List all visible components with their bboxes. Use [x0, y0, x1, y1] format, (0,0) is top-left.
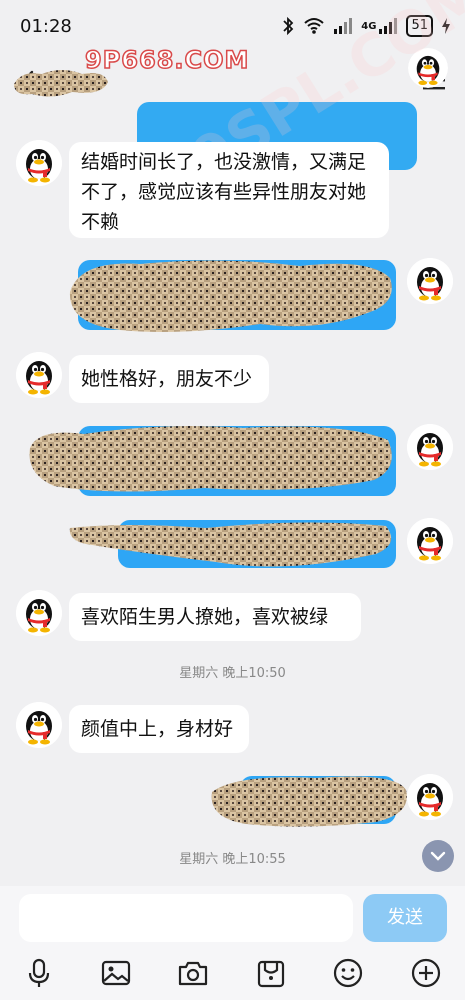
- input-bar: 发送: [0, 886, 465, 948]
- penguin-avatar-icon[interactable]: [16, 590, 62, 636]
- chat-toolbar: [0, 948, 465, 1000]
- penguin-avatar-icon[interactable]: [16, 352, 62, 398]
- message-input[interactable]: [19, 894, 353, 942]
- wallet-icon[interactable]: [254, 956, 288, 990]
- chevron-down-icon: [430, 851, 446, 861]
- timestamp: 星期六 晚上10:55: [179, 852, 286, 867]
- status-time: 01:28: [20, 16, 72, 37]
- mic-icon[interactable]: [22, 956, 56, 990]
- message-bubble-incoming: 喜欢陌生男人撩她，喜欢被绿: [69, 593, 361, 641]
- message-bubble-incoming: 颜值中上，身材好: [69, 705, 249, 753]
- penguin-avatar-icon[interactable]: [407, 258, 453, 304]
- scroll-to-bottom-button[interactable]: [422, 840, 454, 872]
- penguin-avatar-icon[interactable]: [16, 140, 62, 186]
- site-watermark: 9P668.COM: [84, 45, 250, 75]
- bluetooth-icon: [283, 16, 294, 36]
- redacted-message: [211, 776, 407, 827]
- penguin-avatar-icon[interactable]: [407, 774, 453, 820]
- redacted-message: [29, 426, 392, 492]
- wifi-icon: [304, 18, 324, 34]
- penguin-avatar-icon[interactable]: [407, 518, 453, 564]
- camera-icon[interactable]: [176, 956, 210, 990]
- image-icon[interactable]: [99, 956, 133, 990]
- plus-icon[interactable]: [409, 956, 443, 990]
- redacted-message: [69, 260, 392, 332]
- timestamp: 星期六 晚上10:50: [179, 666, 286, 681]
- penguin-avatar-icon[interactable]: [407, 424, 453, 470]
- redacted-message: [69, 522, 392, 567]
- penguin-avatar-icon[interactable]: [16, 702, 62, 748]
- message-bubble-incoming: 结婚时间长了，也没激情，又满足不了，感觉应该有些异性朋友对她不赖: [69, 142, 389, 238]
- emoji-icon[interactable]: [331, 956, 365, 990]
- send-button[interactable]: 发送: [363, 894, 447, 942]
- message-bubble-incoming: 她性格好，朋友不少: [69, 355, 269, 403]
